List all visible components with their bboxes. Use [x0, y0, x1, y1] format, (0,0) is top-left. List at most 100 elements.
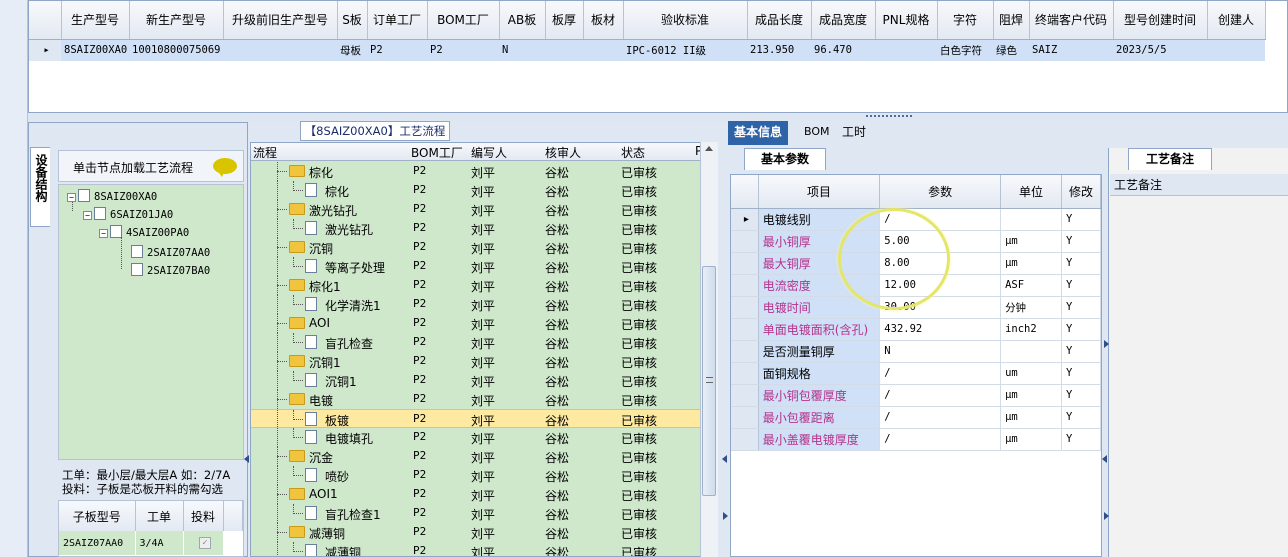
process-row[interactable]: 化学清洗1 P2 刘平 谷松 已审核	[251, 295, 701, 314]
col-feed[interactable]: 投料	[183, 501, 224, 531]
tab-process-remark[interactable]: 工艺备注	[1128, 148, 1212, 170]
param-value[interactable]: /	[879, 384, 1002, 407]
col-item[interactable]: 项目	[758, 175, 881, 209]
process-row[interactable]: 板镀 P2 刘平 谷松 已审核	[251, 409, 701, 429]
table-row[interactable]: 2SAIZ07AA0 3/4A ✓	[59, 531, 243, 555]
col-header[interactable]: 新生产型号	[129, 1, 224, 40]
col-bom-factory[interactable]: BOM工厂	[411, 144, 463, 161]
feed-checkbox[interactable]: ✓	[183, 531, 224, 555]
process-row[interactable]: 沉金 P2 刘平 谷松 已审核	[251, 447, 701, 466]
tab-basic-params[interactable]: 基本参数	[744, 148, 826, 170]
param-value[interactable]: /	[879, 428, 1002, 451]
process-row[interactable]: 棕化1 P2 刘平 谷松 已审核	[251, 276, 701, 295]
col-header[interactable]: 升级前旧生产型号	[223, 1, 338, 40]
tree-connector	[293, 542, 294, 552]
param-value[interactable]: 432.92	[879, 318, 1002, 341]
process-row[interactable]: AOI1 P2 刘平 谷松 已审核	[251, 485, 701, 504]
speech-bubble-icon	[213, 158, 237, 177]
process-row[interactable]: 激光钻孔 P2 刘平 谷松 已审核	[251, 219, 701, 238]
table-row[interactable]: ▸ 8SAIZ00XA0 10010800075069 母板 P2 P2 N IPC-6012…	[29, 39, 1265, 61]
process-row[interactable]: 棕化 P2 刘平 谷松 已审核	[251, 181, 701, 200]
tree-node-2a[interactable]: 2SAIZ07AA0	[131, 245, 210, 259]
col-header[interactable]: 生产型号	[61, 1, 130, 40]
col-header[interactable]: 字符	[937, 1, 994, 40]
model-grid[interactable]: 生产型号 新生产型号 升级前旧生产型号 S板 订单工厂 BOM工厂 AB板 板厚 板材 验收标准成…	[28, 0, 1288, 113]
col-author[interactable]: 编写人	[471, 144, 507, 161]
subboard-grid[interactable]: 子板型号 工单 投料 2SAIZ07AA0 3/4A ✓	[58, 500, 244, 557]
collapse-left-icon[interactable]	[244, 455, 249, 463]
scroll-up-icon[interactable]	[705, 146, 713, 151]
process-row[interactable]: 棕化 P2 刘平 谷松 已审核	[251, 162, 701, 181]
tab-device-structure[interactable]: 设备结构	[30, 147, 50, 227]
col-order[interactable]: 工单	[135, 501, 184, 531]
param-row[interactable]: 是否测量铜厚 N Y	[731, 340, 1101, 363]
splitter-grip[interactable]	[866, 115, 912, 118]
process-row[interactable]: AOI P2 刘平 谷松 已审核	[251, 314, 701, 333]
col-header[interactable]: 阻焊	[993, 1, 1030, 40]
tree-node-2b[interactable]: 2SAIZ07BA0	[131, 263, 210, 277]
process-row[interactable]: 沉铜 P2 刘平 谷松 已审核	[251, 238, 701, 257]
expand-right-icon[interactable]	[1104, 512, 1109, 520]
param-row[interactable]: 最小盖覆电镀厚度 / μm Y	[731, 428, 1101, 451]
col-header[interactable]: 型号创建时间	[1113, 1, 1208, 40]
collapse-icon[interactable]: −	[83, 211, 92, 220]
collapse-icon[interactable]: −	[67, 193, 76, 202]
param-value[interactable]: /	[879, 362, 1002, 385]
tab-basic-info[interactable]: 基本信息	[728, 121, 789, 145]
param-value[interactable]: /	[879, 406, 1002, 429]
col-header[interactable]: 终端客户代码	[1029, 1, 1114, 40]
process-row[interactable]: 沉铜1 P2 刘平 谷松 已审核	[251, 352, 701, 371]
param-row[interactable]: 面铜规格 / um Y	[731, 362, 1101, 385]
reviewer: 谷松	[545, 375, 570, 389]
tab-work-hours[interactable]: 工时	[838, 121, 870, 145]
col-header[interactable]: 成品宽度	[811, 1, 876, 40]
expand-right-icon[interactable]	[1104, 340, 1109, 348]
col-header[interactable]: BOM工厂	[427, 1, 500, 40]
col-header[interactable]: 创建人	[1207, 1, 1266, 40]
col-param[interactable]: 参数	[879, 175, 1002, 209]
structure-tree[interactable]: −8SAIZ00XA0 −6SAIZ01JA0 −4SAIZ00PA0 2SAI…	[58, 184, 244, 460]
process-row[interactable]: 电镀 P2 刘平 谷松 已审核	[251, 390, 701, 409]
param-row[interactable]: 单面电镀面积(含孔) 432.92 inch2 Y	[731, 318, 1101, 341]
process-row[interactable]: 喷砂 P2 刘平 谷松 已审核	[251, 466, 701, 485]
collapse-left-icon[interactable]	[722, 455, 727, 463]
row-indicator: ▸	[29, 39, 61, 61]
param-row[interactable]: 最小铜包覆厚度 / μm Y	[731, 384, 1101, 407]
process-row[interactable]: 盲孔检查1 P2 刘平 谷松 已审核	[251, 504, 701, 523]
document-icon	[305, 468, 317, 482]
tab-bom[interactable]: BOM	[800, 121, 834, 145]
process-row[interactable]: 激光钻孔 P2 刘平 谷松 已审核	[251, 200, 701, 219]
col-header[interactable]: 验收标准	[623, 1, 748, 40]
col-process[interactable]: 流程	[253, 144, 277, 161]
col-header[interactable]: 订单工厂	[367, 1, 428, 40]
param-value[interactable]: N	[879, 340, 1002, 363]
process-row[interactable]: 等离子处理 P2 刘平 谷松 已审核	[251, 257, 701, 276]
bom-factory: P2	[413, 316, 427, 329]
tree-node-4[interactable]: −4SAIZ00PA0	[99, 225, 189, 239]
col-header[interactable]: AB板	[499, 1, 546, 40]
col-unit[interactable]: 单位	[1000, 175, 1063, 209]
param-row[interactable]: 最小包覆距离 / μm Y	[731, 406, 1101, 429]
process-row[interactable]: 沉铜1 P2 刘平 谷松 已审核	[251, 371, 701, 390]
scrollbar-thumb[interactable]	[702, 266, 716, 496]
col-reviewer[interactable]: 核审人	[545, 144, 581, 161]
col-header[interactable]: 板材	[583, 1, 624, 40]
process-row[interactable]: 盲孔检查 P2 刘平 谷松 已审核	[251, 333, 701, 352]
col-subboard-model[interactable]: 子板型号	[59, 501, 136, 531]
col-modify[interactable]: 修改	[1061, 175, 1101, 209]
usage-notes: 工单：最小层/最大层A 如：2/7A 投料：子板是芯板开料的需勾选	[62, 468, 242, 496]
col-header[interactable]: 成品长度	[747, 1, 812, 40]
col-header[interactable]: PNL规格	[875, 1, 938, 40]
collapse-left-icon[interactable]	[1102, 455, 1107, 463]
process-row[interactable]: 减薄铜 P2 刘平 谷松 已审核	[251, 542, 701, 556]
col-header[interactable]: S板	[337, 1, 368, 40]
expand-right-icon[interactable]	[723, 512, 728, 520]
collapse-icon[interactable]: −	[99, 229, 108, 238]
tree-node-6[interactable]: −6SAIZ01JA0	[83, 207, 173, 221]
tree-node-root[interactable]: −8SAIZ00XA0	[67, 189, 157, 203]
process-row[interactable]: 减薄铜 P2 刘平 谷松 已审核	[251, 523, 701, 542]
process-row[interactable]: 电镀填孔 P2 刘平 谷松 已审核	[251, 428, 701, 447]
col-status[interactable]: 状态	[621, 144, 645, 161]
process-tree-grid[interactable]: 流程 BOM工厂 编写人 核审人 状态 P 棕化 P2 刘平 谷松 已审核 棕化 P2 刘平谷…	[250, 142, 718, 557]
col-header[interactable]: 板厚	[545, 1, 584, 40]
